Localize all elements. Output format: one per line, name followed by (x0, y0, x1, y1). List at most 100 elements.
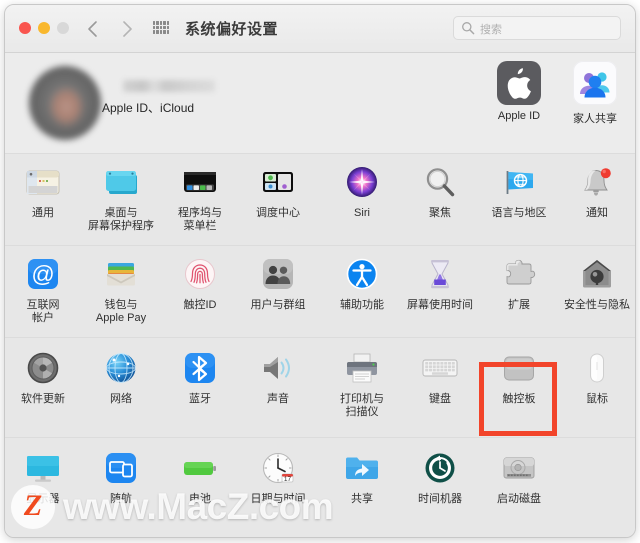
pref-item-label: 屏幕使用时间 (407, 299, 473, 311)
pref-item-trackpad[interactable]: 触控板 (481, 348, 557, 406)
pref-item-screen-time[interactable]: 屏幕使用时间 (402, 254, 478, 312)
pref-item-security-privacy[interactable]: 安全性与隐私 (559, 254, 635, 312)
pref-item-label: 通用 (32, 207, 54, 219)
pref-item-printers-scanners[interactable]: 打印机与 扫描仪 (324, 348, 400, 419)
pref-item-date-time[interactable]: 17 日期与时间 (240, 448, 316, 506)
forward-icon[interactable] (117, 18, 137, 40)
pref-item-label: 程序坞与 菜单栏 (178, 207, 222, 232)
pref-item-mouse[interactable]: 鼠标 (559, 348, 635, 406)
time-machine-icon (420, 448, 460, 488)
avatar[interactable] (29, 66, 101, 140)
mouse-icon (577, 348, 617, 388)
battery-icon (180, 448, 220, 488)
pref-item-wallet-applepay[interactable]: 钱包与 Apple Pay (83, 254, 159, 325)
bluetooth-icon (180, 348, 220, 388)
show-all-grid-icon[interactable] (153, 21, 169, 34)
pref-item-startup-disk[interactable]: 启动磁盘 (481, 448, 557, 506)
preferences-row: 显示器 随航 电池 17 日期与时间 共享 时间机器 启动磁盘 (5, 438, 635, 537)
sidecar-icon (101, 448, 141, 488)
pref-item-internet-accounts[interactable]: @ 互联网 帐户 (5, 254, 81, 325)
pref-item-label: 电池 (189, 493, 211, 505)
pref-item-label: 辅助功能 (340, 299, 384, 311)
pref-item-label: 互联网 帐户 (26, 299, 60, 324)
pref-item-label: 时间机器 (418, 493, 462, 505)
keyboard-icon (420, 348, 460, 388)
window-titlebar: 系统偏好设置 搜索 (5, 5, 635, 53)
pref-item-label: 共享 (351, 493, 373, 505)
svg-text:17: 17 (284, 476, 292, 483)
pref-item-spotlight[interactable]: 聚焦 (402, 162, 478, 220)
pref-item-dock-menubar[interactable]: 程序坞与 菜单栏 (162, 162, 238, 233)
pref-item-sharing[interactable]: 共享 (324, 448, 400, 506)
pref-item-label: 聚焦 (429, 207, 451, 219)
screen-time-icon (420, 254, 460, 294)
pref-item-battery[interactable]: 电池 (162, 448, 238, 506)
touch-id-icon (180, 254, 220, 294)
pref-item-label: 通知 (586, 207, 608, 219)
pref-item-keyboard[interactable]: 键盘 (402, 348, 478, 406)
pref-item-label: 声音 (267, 393, 289, 405)
page-title: 系统偏好设置 (185, 21, 279, 38)
minimize-button[interactable] (38, 22, 50, 34)
desktop-screensaver-icon (101, 162, 141, 202)
pref-item-label: 调度中心 (256, 207, 300, 219)
pref-item-software-update[interactable]: 软件更新 (5, 348, 81, 406)
pref-item-label: 显示器 (26, 493, 60, 505)
preferences-row: @ 互联网 帐户 钱包与 Apple Pay 触控ID 用户与群组 辅助功能 屏… (5, 246, 635, 338)
users-groups-icon (258, 254, 298, 294)
user-name-redacted (123, 80, 215, 92)
pref-item-label: 桌面与 屏幕保护程序 (88, 207, 154, 232)
extensions-icon (499, 254, 539, 294)
pref-item-language-region[interactable]: 语言与地区 (481, 162, 557, 220)
pref-item-users-groups[interactable]: 用户与群组 (240, 254, 316, 312)
pref-item-sidecar[interactable]: 随航 (83, 448, 159, 506)
pref-item-label: 蓝牙 (189, 393, 211, 405)
close-button[interactable] (19, 22, 31, 34)
pref-item-desktop-screensaver[interactable]: 桌面与 屏幕保护程序 (83, 162, 159, 233)
search-icon (461, 21, 475, 35)
apple-id-subtitle: Apple ID、iCloud (102, 101, 195, 115)
pref-item-displays[interactable]: 显示器 (5, 448, 81, 506)
pref-item-label: 键盘 (429, 393, 451, 405)
pref-item-mission-control[interactable]: 调度中心 (240, 162, 316, 220)
back-icon[interactable] (83, 18, 103, 40)
language-region-icon (499, 162, 539, 202)
accessibility-icon (342, 254, 382, 294)
preferences-row: 软件更新 网络 蓝牙 声音 打印机与 扫描仪 键盘 触控板 鼠标 (5, 338, 635, 438)
pref-item-accessibility[interactable]: 辅助功能 (324, 254, 400, 312)
pref-item-sound[interactable]: 声音 (240, 348, 316, 406)
spotlight-icon (420, 162, 460, 202)
pref-item-notifications[interactable]: 通知 (559, 162, 635, 220)
trackpad-icon (499, 348, 539, 388)
pref-item-touch-id[interactable]: 触控ID (162, 254, 238, 312)
sound-icon (258, 348, 298, 388)
pref-item-label: 安全性与隐私 (564, 299, 630, 311)
search-field[interactable]: 搜索 (453, 16, 621, 40)
security-privacy-icon (577, 254, 617, 294)
pref-item-label: 扩展 (508, 299, 530, 311)
svg-text:@: @ (31, 261, 54, 287)
pref-item-label: 用户与群组 (250, 299, 306, 311)
pref-item-siri[interactable]: Siri (324, 162, 400, 220)
pref-item-label: 语言与地区 (491, 207, 547, 219)
pref-item-label: 网络 (110, 393, 132, 405)
apple-id-tile[interactable]: Apple ID (485, 61, 553, 122)
pref-item-label: 日期与时间 (250, 493, 306, 505)
notifications-icon (577, 162, 617, 202)
startup-disk-icon (499, 448, 539, 488)
apple-logo-icon (497, 61, 541, 105)
zoom-button[interactable] (57, 22, 69, 34)
family-sharing-tile[interactable]: 家人共享 (561, 61, 629, 126)
pref-item-bluetooth[interactable]: 蓝牙 (162, 348, 238, 406)
siri-icon (342, 162, 382, 202)
pref-item-network[interactable]: 网络 (83, 348, 159, 406)
pref-item-label: 触控板 (502, 393, 536, 405)
preferences-row: 通用 桌面与 屏幕保护程序 程序坞与 菜单栏 调度中心 Siri 聚焦 语言与地… (5, 154, 635, 246)
date-time-icon: 17 (258, 448, 298, 488)
pref-item-general[interactable]: 通用 (5, 162, 81, 220)
pref-item-label: 启动磁盘 (497, 493, 541, 505)
pref-item-time-machine[interactable]: 时间机器 (402, 448, 478, 506)
pref-item-extensions[interactable]: 扩展 (481, 254, 557, 312)
search-placeholder-text: 搜索 (480, 24, 502, 36)
software-update-icon (23, 348, 63, 388)
